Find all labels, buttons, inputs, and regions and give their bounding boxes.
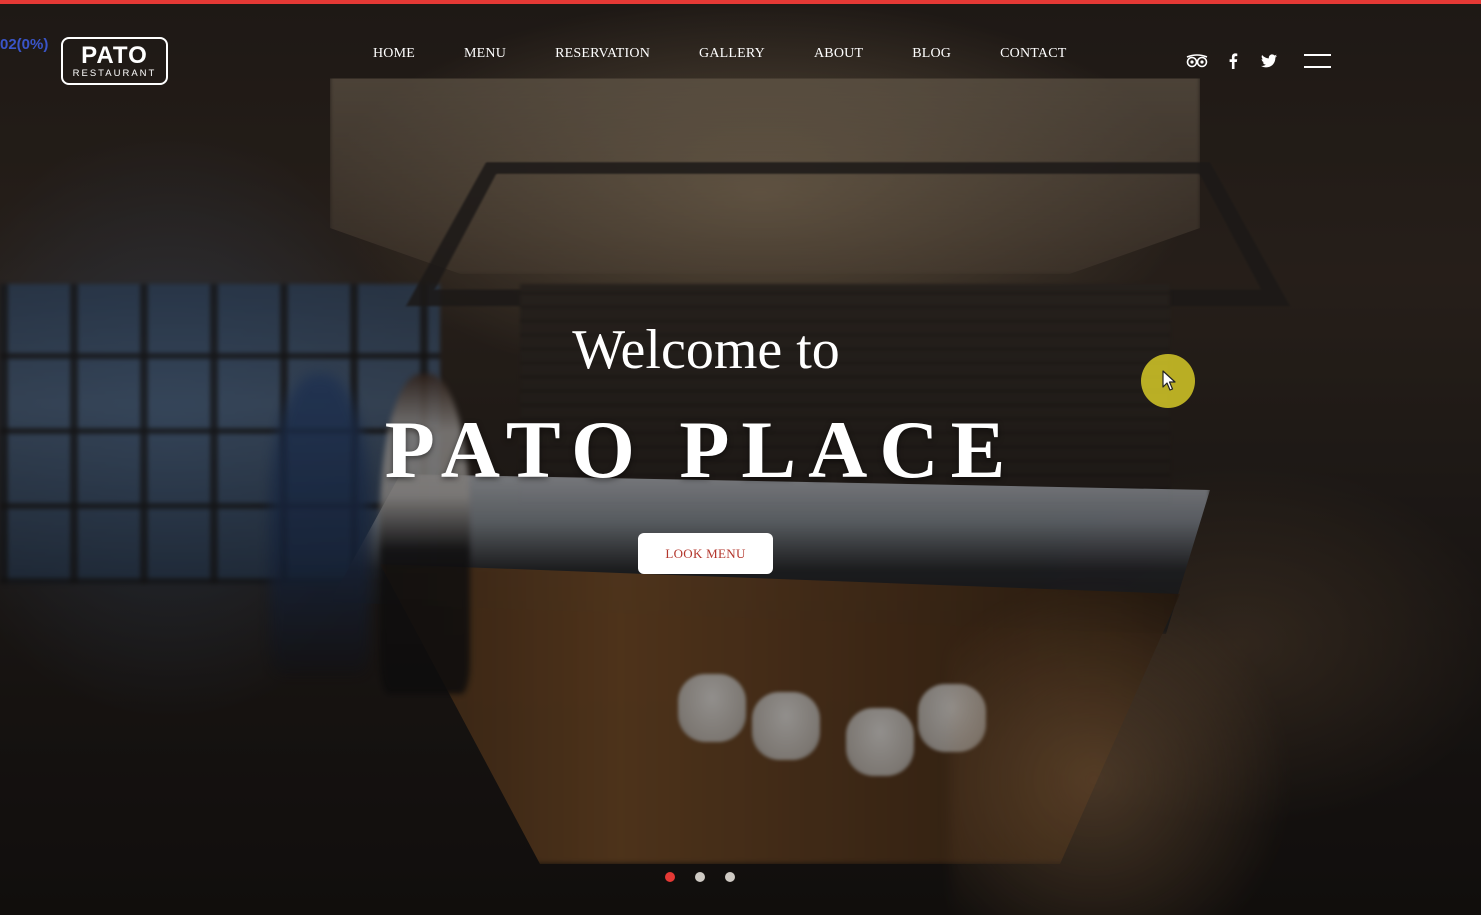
social-links (1186, 50, 1280, 72)
debug-progress-text: 02(0%) (0, 36, 49, 53)
nav-item-gallery[interactable]: GALLERY (699, 45, 765, 63)
tripadvisor-icon[interactable] (1186, 51, 1208, 71)
slider-dot-2[interactable] (695, 872, 705, 882)
twitter-icon[interactable] (1258, 51, 1280, 71)
main-navigation: HOME MENU RESERVATION GALLERY ABOUT BLOG… (373, 45, 1067, 63)
page: 02(0%) PATO RESTAURANT HOME MENU RESERVA… (0, 0, 1481, 915)
slider-dot-3[interactable] (725, 872, 735, 882)
slider-dot-1[interactable] (665, 872, 675, 882)
restaurant-logo[interactable]: PATO RESTAURANT (61, 37, 168, 85)
logo-subtitle: RESTAURANT (72, 68, 157, 79)
nav-item-menu[interactable]: MENU (464, 45, 506, 63)
hero-welcome-text: Welcome to (572, 319, 840, 381)
slider-pagination (665, 872, 735, 882)
hero-title: PATO PLACE (384, 404, 1018, 495)
hamburger-menu-icon[interactable] (1304, 53, 1331, 69)
nav-item-about[interactable]: ABOUT (814, 45, 863, 63)
nav-item-blog[interactable]: BLOG (912, 45, 951, 63)
nav-item-home[interactable]: HOME (373, 45, 415, 63)
look-menu-button[interactable]: LOOK MENU (638, 533, 773, 574)
nav-item-reservation[interactable]: RESERVATION (555, 45, 650, 63)
nav-item-contact[interactable]: CONTACT (1000, 45, 1066, 63)
logo-wordmark: PATO (81, 42, 148, 69)
mouse-cursor-icon (1162, 370, 1176, 391)
facebook-icon[interactable] (1222, 51, 1244, 71)
